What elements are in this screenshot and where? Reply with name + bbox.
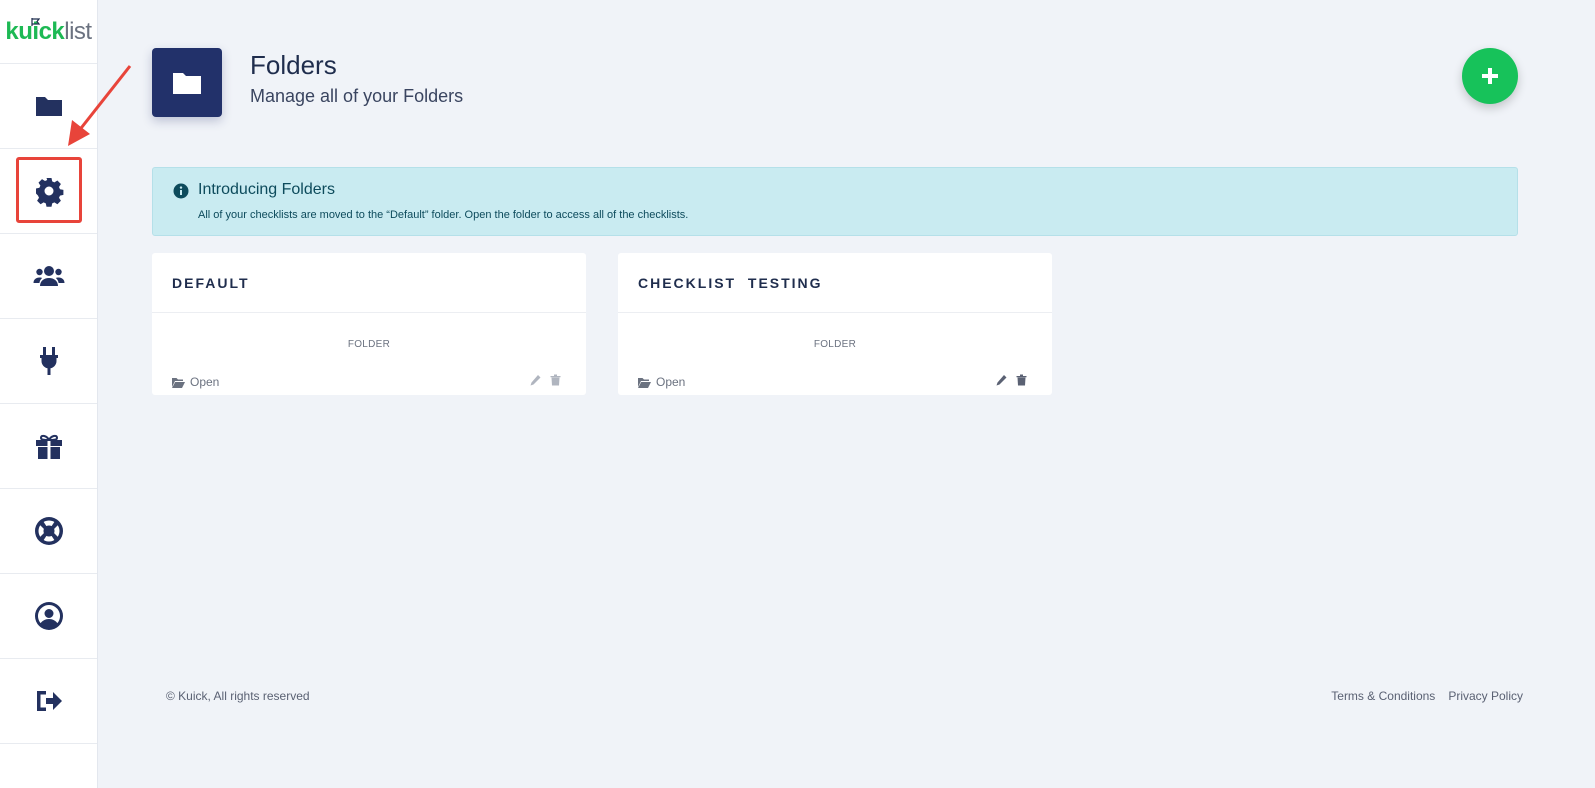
footer-copyright: © Kuick, All rights reserved [166,689,310,703]
logo-text: kuicklist [5,17,92,45]
folder-icon [173,72,201,94]
folder-name: CHECKLIST TESTING [638,274,823,291]
privacy-link[interactable]: Privacy Policy [1448,689,1523,703]
sidebar-item-integrations[interactable] [0,319,97,404]
folder-name: DEFAULT [172,274,250,291]
logo-list: list [64,17,92,45]
alert-text: All of your checklists are moved to the … [198,209,689,221]
sidebar-item-profile[interactable] [0,574,97,659]
folder-actions [530,374,561,386]
page-subtitle: Manage all of your Folders [250,86,464,106]
sidebar-item-team[interactable] [0,234,97,319]
folder-open-icon [172,377,185,388]
sign-out-icon [36,691,62,711]
plug-icon [39,347,58,375]
gear-icon [35,178,63,207]
terms-link[interactable]: Terms & Conditions [1331,689,1435,703]
logo-flag-icon [31,18,40,26]
open-folder-link[interactable]: Open [638,375,685,389]
edit-pencil-icon[interactable] [996,374,1007,386]
folder-icon [35,97,62,116]
logo[interactable]: kuicklist [0,0,97,64]
folder-type-label: FOLDER [347,339,391,350]
sidebar-item-settings[interactable] [0,149,97,234]
sidebar-item-folders[interactable] [0,64,97,149]
open-folder-link[interactable]: Open [172,375,219,389]
folder-card-header: DEFAULT [152,253,586,313]
add-folder-button[interactable] [1462,48,1518,104]
edit-pencil-icon[interactable] [530,374,541,386]
life-ring-icon [34,517,63,545]
info-alert: Introducing Folders All of your checklis… [152,167,1518,236]
info-circle-icon [173,183,189,199]
folder-card-header: CHECKLIST TESTING [618,253,1052,313]
page-title: Folders [250,50,337,80]
open-folder-label: Open [190,375,220,389]
sidebar-item-rewards[interactable] [0,404,97,489]
plus-icon [1482,68,1498,84]
sidebar: kuicklist [0,0,98,788]
folder-type-label: FOLDER [813,339,857,350]
gift-icon [35,434,62,459]
delete-trash-icon[interactable] [550,374,561,386]
page-header-icon [152,48,222,117]
sidebar-item-logout[interactable] [0,659,97,744]
user-circle-icon [34,602,63,630]
users-icon [33,266,64,286]
delete-trash-icon[interactable] [1016,374,1027,386]
open-folder-label: Open [656,375,686,389]
sidebar-item-support[interactable] [0,489,97,574]
alert-title: Introducing Folders [198,181,335,198]
footer-links: Terms & Conditions Privacy Policy [1331,689,1523,703]
folder-card[interactable]: CHECKLIST TESTING FOLDER Open [618,253,1052,395]
folder-card[interactable]: DEFAULT FOLDER Open [152,253,586,395]
folder-actions [996,374,1027,386]
folder-open-icon [638,377,651,388]
